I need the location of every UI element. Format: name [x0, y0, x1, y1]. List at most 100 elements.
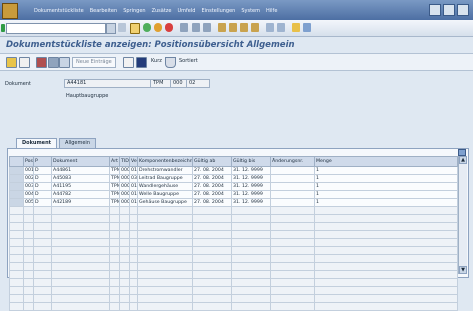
col-change-number[interactable]: Änderungsnr. [270, 156, 315, 167]
tab-document[interactable]: Dokument [16, 138, 58, 148]
command-field[interactable] [6, 23, 106, 34]
select-icon[interactable] [59, 57, 70, 68]
cell-change-number [270, 198, 315, 207]
save-icon[interactable] [130, 23, 140, 34]
empty-cell [270, 238, 315, 247]
empty-cell [192, 254, 232, 263]
empty-cell [23, 286, 34, 295]
menu-item[interactable]: Dokumentstückliste [34, 8, 84, 14]
find-icon[interactable] [192, 23, 200, 32]
sorted-button[interactable]: Sortiert [176, 57, 201, 66]
row-select [9, 238, 24, 247]
table-scrollbar[interactable]: ▲ ▼ [458, 156, 467, 274]
close-icon[interactable] [457, 4, 469, 16]
empty-cell [51, 230, 110, 239]
find-next-icon[interactable] [203, 23, 211, 32]
empty-cell [314, 238, 458, 247]
table-header: Pos. P Dokument Art TID Ve Komponentenbe… [9, 156, 458, 167]
exit-icon[interactable] [154, 23, 162, 32]
scroll-up-icon[interactable]: ▲ [459, 156, 467, 164]
col-component-description[interactable]: Komponentenbezeichn. [137, 156, 193, 167]
copy-icon[interactable] [123, 57, 134, 68]
empty-cell [314, 222, 458, 231]
cell-component-description: Gehäuse Baugruppe [137, 198, 193, 207]
menu-item[interactable]: Einstellungen [201, 8, 235, 14]
cell-tid: 000 [119, 166, 130, 175]
table-row[interactable]: 0040DA44782TPM00001Welle Baugruppe27. 08… [9, 190, 458, 199]
row-select[interactable] [9, 182, 24, 191]
empty-cell [33, 262, 52, 271]
empty-cell [109, 270, 120, 279]
menu-item[interactable]: Bearbeiten [90, 8, 117, 14]
col-valid-to[interactable]: Gültig bis [231, 156, 271, 167]
command-dropdown[interactable] [106, 23, 116, 34]
table-settings-icon[interactable] [458, 149, 466, 156]
new-session-icon[interactable] [266, 23, 274, 32]
row-select[interactable] [9, 174, 24, 183]
previous-page-icon[interactable] [229, 23, 237, 32]
print-icon[interactable] [180, 23, 188, 32]
header-icon[interactable] [36, 57, 47, 68]
empty-cell [119, 246, 130, 255]
col-select[interactable] [9, 156, 24, 167]
cell-valid-from: 27. 08. 2004 [192, 190, 232, 199]
col-valid-from[interactable]: Gültig ab [192, 156, 232, 167]
empty-cell [192, 262, 232, 271]
empty-cell [231, 230, 271, 239]
short-button[interactable]: Kurz [148, 57, 165, 66]
col-tid[interactable]: TID [119, 156, 130, 167]
last-page-icon[interactable] [251, 23, 259, 32]
empty-cell [192, 206, 232, 215]
enter-icon[interactable] [1, 24, 5, 32]
tab-general[interactable]: Allgemein [59, 138, 96, 148]
next-page-icon[interactable] [240, 23, 248, 32]
cell-version: 01 [129, 182, 138, 191]
menu-item[interactable]: Umfeld [178, 8, 196, 14]
layout-icon[interactable] [303, 23, 311, 32]
col-position[interactable]: Pos. [23, 156, 34, 167]
table-row[interactable]: 0020DA45083TPM00003Leitrad Baugruppe27. … [9, 174, 458, 183]
table-row[interactable]: 0050DA42189TPM00001Gehäuse Baugruppe27. … [9, 198, 458, 207]
empty-cell [314, 246, 458, 255]
item-icon[interactable] [48, 57, 59, 68]
row-select[interactable] [9, 198, 24, 207]
col-version[interactable]: Ve [129, 156, 138, 167]
table-row[interactable]: 0010DA44861TPM00001Drehstromwandler27. 0… [9, 166, 458, 175]
col-type[interactable]: Art [109, 156, 120, 167]
cancel-icon[interactable] [165, 23, 173, 32]
menu-item[interactable]: Hilfe [266, 8, 277, 14]
empty-cell [33, 254, 52, 263]
empty-cell [51, 246, 110, 255]
empty-cell [51, 238, 110, 247]
empty-cell [231, 286, 271, 295]
row-select[interactable] [9, 190, 24, 199]
menu-item[interactable]: System [241, 8, 260, 14]
help-icon[interactable] [292, 23, 300, 32]
menu-item[interactable]: Springen [123, 8, 145, 14]
confirm-icon[interactable] [118, 23, 126, 32]
filter-icon[interactable] [165, 57, 176, 68]
cell-valid-to: 31. 12. 9999 [231, 182, 271, 191]
maximize-icon[interactable] [443, 4, 455, 16]
col-p[interactable]: P [33, 156, 52, 167]
new-entries-button[interactable]: Neue Einträge [72, 57, 116, 68]
empty-cell [270, 206, 315, 215]
menu-item[interactable]: Zusätze [152, 8, 172, 14]
cell-p: D [33, 182, 52, 191]
empty-cell [23, 246, 34, 255]
row-select[interactable] [9, 166, 24, 175]
col-quantity[interactable]: Menge [314, 156, 458, 167]
minimize-icon[interactable] [429, 4, 441, 16]
document-icon[interactable] [19, 57, 30, 68]
back-icon[interactable] [143, 23, 151, 32]
empty-cell [51, 262, 110, 271]
row-select [9, 286, 24, 295]
scroll-down-icon[interactable]: ▼ [459, 266, 467, 274]
shortcut-icon[interactable] [277, 23, 285, 32]
display-change-icon[interactable] [6, 57, 17, 68]
cell-type: TPM [109, 198, 120, 207]
col-document[interactable]: Dokument [51, 156, 110, 167]
info-icon[interactable] [136, 57, 147, 68]
table-row[interactable]: 0030DA41195TPM00001Wandlergehäuse27. 08.… [9, 182, 458, 191]
first-page-icon[interactable] [218, 23, 226, 32]
